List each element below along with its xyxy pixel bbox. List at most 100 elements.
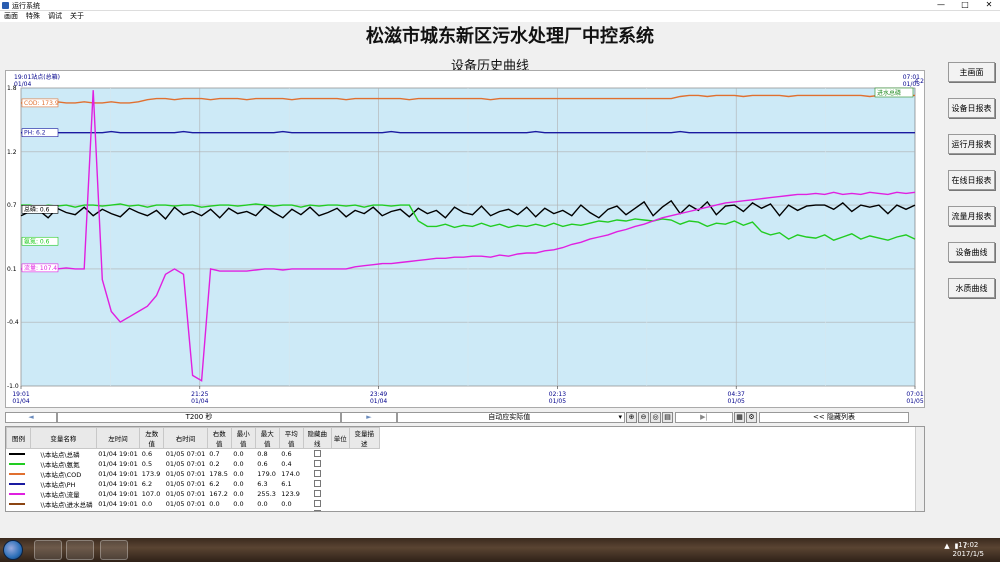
history-chart-panel: 1.8 1.2 0.7 0.1 -0.4 -1.0 19:01 01/04 21:25 01/04… (5, 70, 925, 408)
zoom-in-icon: ⊕ (628, 413, 635, 421)
water-quality-curve-button[interactable]: 水质曲线 (948, 278, 995, 298)
tray-expand-icon[interactable]: ▲ (944, 542, 949, 550)
hide-checkbox[interactable] (303, 489, 331, 499)
menu-item-about[interactable]: 关于 (70, 11, 84, 22)
print-button[interactable]: ▤ (662, 411, 673, 423)
legend-line (8, 503, 25, 505)
menu-item-screen[interactable]: 画面 (4, 11, 18, 22)
x-tick-date: 01/04 (370, 398, 387, 405)
left-value: 173.9 (141, 470, 161, 478)
chart-start-date: 01/04 (14, 81, 31, 88)
left-time: 01/04 19:01 (98, 480, 138, 488)
close-button[interactable]: ✕ (982, 0, 996, 11)
scroll-right-button[interactable]: ► (341, 411, 397, 423)
left-value: 0.0 (140, 509, 164, 511)
left-time: 01/04 19:01 (98, 470, 138, 478)
max-value: 255.3 (257, 490, 276, 498)
start-button[interactable] (3, 540, 23, 560)
max-value: 0.8 (257, 450, 268, 458)
mode-select[interactable]: 自动应实际值 ▾ (397, 411, 625, 423)
table-row[interactable]: \\本站点\氨氮 01/04 19:01 0.5 01/05 07:01 0.2 0.0 0… (7, 459, 380, 469)
right-value: 0.0 (207, 509, 231, 511)
right-value: 0.2 (209, 460, 220, 468)
max-value: 6.3 (257, 480, 268, 488)
variable-name: \\本站点\氨氮 (40, 461, 80, 469)
table-row[interactable]: \\本站点\COD 01/04 19:01 173.9 01/05 07:01 178.… (7, 469, 380, 479)
hide-curve-checkbox[interactable] (313, 459, 321, 467)
left-value: 6.2 (141, 480, 153, 488)
legend-line (8, 483, 25, 485)
unit (331, 489, 349, 499)
maximize-button[interactable]: □ (958, 0, 972, 11)
x-tick-time: 07:01 (906, 391, 923, 398)
left-time: 01/04 19:01 (96, 509, 140, 511)
description (349, 509, 379, 511)
operation-monthly-report-button[interactable]: 运行月报表 (948, 134, 995, 154)
online-daily-report-button[interactable]: 在线日报表 (948, 170, 995, 190)
table-button[interactable]: ▦ (734, 411, 745, 423)
scroll-left-button[interactable]: ◄ (5, 411, 57, 423)
zoom-reset-button[interactable]: ◎ (650, 411, 661, 423)
hide-curve-checkbox[interactable] (313, 489, 321, 497)
hide-curve-checkbox[interactable] (313, 479, 321, 487)
equipment-daily-report-button[interactable]: 设备日报表 (948, 98, 995, 118)
table-row[interactable]: \\本站点\PH 01/04 19:01 6.2 01/05 07:01 6.2 0.0 6… (7, 479, 380, 489)
playback-control[interactable]: ▶| (675, 411, 733, 423)
window-titlebar: 运行系统 — □ ✕ (0, 0, 1000, 11)
hide-curve-checkbox[interactable] (313, 499, 321, 507)
taskbar-app-1[interactable] (34, 540, 62, 560)
right-time: 01/05 07:01 (165, 500, 206, 508)
main-screen-button[interactable]: 主画面 (948, 62, 995, 82)
min-value: 0.0 (233, 450, 244, 458)
clock[interactable]: 17:02 2017/1/5 (953, 541, 984, 559)
table-row[interactable]: \\本站点\进水总磷 01/04 19:01 0.0 01/05 07:01 0.0 0.… (7, 499, 380, 509)
hide-curve-checkbox[interactable] (313, 449, 321, 457)
hide-curve-checkbox[interactable] (313, 469, 321, 477)
y-tick-label: 0.7 (7, 202, 17, 209)
table-row[interactable]: \\本站点\流量 01/04 19:01 107.0 01/05 07:01 167.2… (7, 489, 380, 499)
hide-checkbox[interactable] (303, 449, 331, 460)
right-time: 01/05 07:01 (164, 509, 208, 511)
right-value: 0.0 (209, 500, 220, 508)
menu-item-debug[interactable]: 调试 (48, 11, 62, 22)
menu-item-special[interactable]: 特殊 (26, 11, 40, 22)
right-tag-label: 进水总磷 (877, 89, 901, 97)
table-scrollbar[interactable] (915, 427, 924, 511)
variable-name: \\本站点\PH (40, 481, 76, 489)
taskbar-app-3[interactable] (100, 540, 128, 560)
equipment-curve-button[interactable]: 设备曲线 (948, 242, 995, 262)
right-value: 6.2 (209, 480, 220, 488)
legend-line (8, 453, 25, 455)
avg-value: 6.1 (281, 480, 292, 488)
hide-checkbox[interactable] (303, 499, 331, 509)
variable-table: 图例 变量名称 左时间 左数值 右时间 右数值 最小值 最大值 平均值 隐藏曲线… (5, 426, 925, 512)
hide-checkbox[interactable] (303, 509, 331, 511)
hide-checkbox[interactable] (303, 459, 331, 469)
max-value: 0.6 (257, 460, 268, 468)
zoom-in-button[interactable]: ⊕ (626, 411, 637, 423)
table-row[interactable]: \\本站点\总磷 01/04 19:01 0.6 01/05 07:01 0.7 0.0 0… (7, 449, 380, 460)
variable-name: \\本站点\流量 (40, 491, 80, 499)
legend-swatch (7, 499, 31, 509)
zoom-out-button[interactable]: ⊖ (638, 411, 649, 423)
legend-swatch (7, 479, 31, 489)
taskbar-app-2[interactable] (66, 540, 94, 560)
x-tick-date: 01/04 (191, 398, 208, 405)
legend-swatch (7, 489, 31, 499)
right-value: 167.2 (209, 490, 228, 498)
hide-checkbox[interactable] (303, 479, 331, 489)
history-chart[interactable]: 1.81.20.70.1-0.4-1.019:0101/0421:2501/04… (6, 71, 926, 409)
hide-list-button[interactable]: << 隐藏列表 (759, 411, 909, 423)
minimize-button[interactable]: — (934, 0, 948, 11)
left-time: 01/04 19:01 (98, 500, 138, 508)
app-icon (2, 2, 9, 9)
settings-button[interactable]: ⚙ (746, 411, 757, 423)
description (349, 499, 379, 509)
table-row[interactable]: \\本站点\进水氨氮01/04 19:010.001/05 07:010.00.… (7, 509, 380, 511)
left-value: 107.0 (141, 490, 161, 498)
left-time: 01/04 19:01 (98, 460, 138, 468)
hide-checkbox[interactable] (303, 469, 331, 479)
hide-curve-checkbox[interactable] (313, 509, 321, 511)
skip-end-icon: ▶| (700, 413, 708, 421)
flow-monthly-report-button[interactable]: 流量月报表 (948, 206, 995, 226)
